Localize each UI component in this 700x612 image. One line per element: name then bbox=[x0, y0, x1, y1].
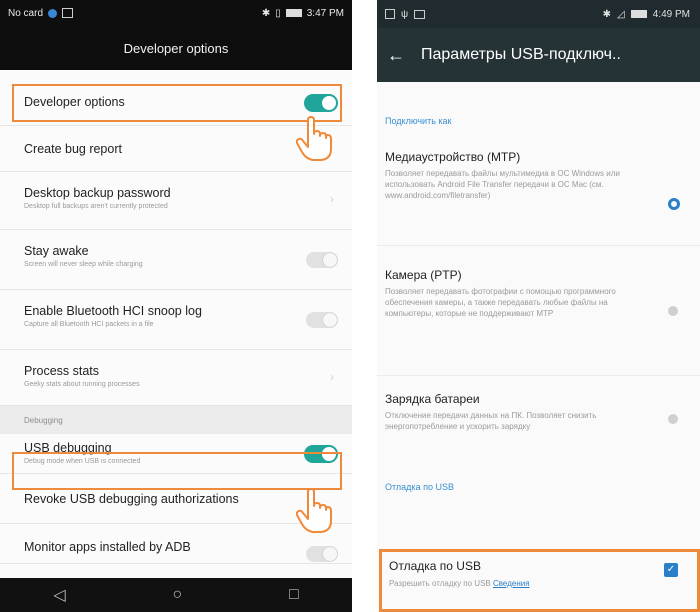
ptp-option[interactable]: Камера (PTP) Позволяет передавать фотогр… bbox=[377, 246, 700, 376]
status-bar: No card ✱ ▯ 3:47 PM bbox=[0, 0, 352, 26]
page-title: Параметры USB-подключ.. bbox=[421, 46, 621, 63]
option-description: Отключение передачи данных на ПК. Позвол… bbox=[385, 411, 597, 431]
left-phone-screen: No card ✱ ▯ 3:47 PM Developer options De… bbox=[0, 0, 352, 612]
usb-debug-group-header: Отладка по USB bbox=[385, 482, 454, 492]
highlight-box bbox=[12, 452, 342, 490]
usb-icon: ψ bbox=[401, 8, 409, 20]
highlight-box bbox=[379, 549, 700, 612]
row-title: Stay awake bbox=[24, 244, 89, 258]
row-subtitle: Desktop full backups aren't currently pr… bbox=[24, 203, 168, 210]
radio-selected-icon[interactable] bbox=[668, 198, 680, 210]
mtp-option[interactable]: Медиаустройство (MTP) Позволяет передава… bbox=[377, 126, 700, 246]
process-stats-row[interactable]: Process stats Geeky stats about running … bbox=[0, 350, 352, 406]
chevron-right-icon: › bbox=[330, 370, 334, 384]
row-title: Enable Bluetooth HCI snoop log bbox=[24, 304, 202, 318]
battery-icon bbox=[285, 9, 302, 17]
vibrate-icon: ▯ bbox=[275, 7, 281, 19]
screenshot-icon bbox=[414, 9, 426, 19]
home-nav-icon[interactable]: ○ bbox=[172, 586, 182, 604]
option-title: Медиаустройство (MTP) bbox=[385, 150, 521, 164]
signal-icon: ◿ bbox=[617, 8, 625, 20]
notification-icon bbox=[385, 9, 395, 19]
recents-nav-icon[interactable]: □ bbox=[289, 586, 299, 604]
usb-icon bbox=[48, 8, 58, 18]
radio-unselected-icon[interactable] bbox=[668, 306, 678, 316]
row-subtitle: Capture all Bluetooth HCI packets in a f… bbox=[24, 321, 154, 328]
bluetooth-icon: ✱ bbox=[602, 8, 612, 20]
page-title: Developer options bbox=[0, 26, 352, 70]
clock: 3:47 PM bbox=[306, 7, 344, 19]
right-phone-screen: ψ ✱ ◿ 4:49 PM ← Параметры USB-подключ.. … bbox=[377, 0, 700, 612]
pointing-hand-icon bbox=[296, 116, 332, 161]
highlight-box bbox=[12, 84, 342, 122]
stay-awake-toggle[interactable] bbox=[306, 252, 338, 268]
monitor-apps-toggle[interactable] bbox=[306, 546, 338, 562]
back-arrow-icon[interactable]: ← bbox=[387, 45, 421, 66]
navigation-bar: ◁ ○ □ bbox=[0, 578, 352, 612]
bluetooth-hci-toggle[interactable] bbox=[306, 312, 338, 328]
option-title: Камера (PTP) bbox=[385, 268, 462, 282]
chevron-right-icon: › bbox=[330, 192, 334, 206]
option-description: Позволяет передавать фотографии с помощь… bbox=[385, 287, 616, 318]
bluetooth-hci-row[interactable]: Enable Bluetooth HCI snoop log Capture a… bbox=[0, 290, 352, 350]
row-subtitle: Geeky stats about running processes bbox=[24, 381, 140, 388]
row-title: Create bug report bbox=[24, 142, 122, 156]
desktop-backup-password-row[interactable]: Desktop backup password Desktop full bac… bbox=[0, 172, 352, 230]
debugging-section-header: Debugging bbox=[0, 406, 352, 434]
bluetooth-icon: ✱ bbox=[261, 7, 271, 19]
pointing-hand-icon bbox=[296, 488, 332, 533]
stay-awake-row[interactable]: Stay awake Screen will never sleep while… bbox=[0, 230, 352, 290]
row-subtitle: Screen will never sleep while charging bbox=[24, 261, 143, 268]
radio-unselected-icon[interactable] bbox=[668, 414, 678, 424]
back-nav-icon[interactable]: ◁ bbox=[53, 585, 65, 605]
battery-icon bbox=[630, 10, 647, 18]
option-title: Зарядка батареи bbox=[385, 392, 480, 406]
clock: 4:49 PM bbox=[652, 8, 690, 20]
option-description: Позволяет передавать файлы мультимедиа в… bbox=[385, 169, 620, 200]
row-title: Monitor apps installed by ADB bbox=[24, 540, 191, 554]
row-title: Desktop backup password bbox=[24, 186, 171, 200]
sim-icon bbox=[62, 8, 74, 18]
charging-option[interactable]: Зарядка батареи Отключение передачи данн… bbox=[377, 376, 700, 476]
carrier-text: No card bbox=[8, 7, 44, 19]
connect-as-group-header: Подключить как bbox=[385, 116, 452, 126]
row-title: Process stats bbox=[24, 364, 100, 378]
status-bar: ψ ✱ ◿ 4:49 PM bbox=[377, 0, 700, 28]
app-bar: ← Параметры USB-подключ.. bbox=[377, 28, 700, 82]
